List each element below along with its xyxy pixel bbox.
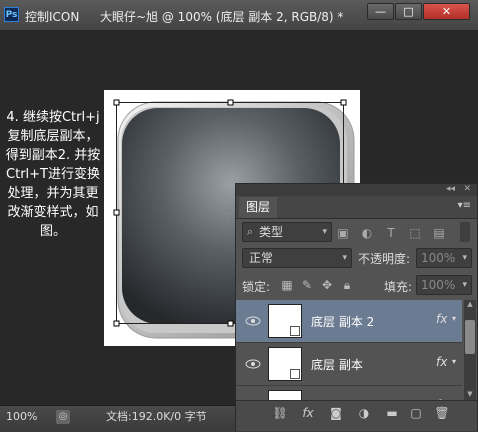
trash-icon[interactable]: 🗑︎: [434, 405, 450, 421]
fill-field[interactable]: 100% ▾: [416, 275, 472, 295]
adjustment-layer-filter-icon[interactable]: ◐: [360, 226, 374, 240]
panel-collapse-icon[interactable]: ◂◂: [446, 184, 455, 194]
layer-thumbnail: [268, 347, 302, 381]
layer-row[interactable]: 底层 fx: [236, 386, 462, 400]
blend-mode-value: 正常: [249, 251, 274, 265]
layer-row[interactable]: 底层 副本 2 fx ▾: [236, 300, 462, 343]
fill-value: 100%: [421, 278, 456, 292]
layer-filter-value: 类型: [259, 225, 284, 239]
layer-name[interactable]: 底层 副本: [311, 356, 363, 373]
chevron-down-icon: ▾: [462, 253, 467, 263]
shape-layer-filter-icon[interactable]: ⬚: [408, 226, 422, 240]
lock-transparent-icon[interactable]: ▦: [280, 278, 294, 292]
eye-icon[interactable]: [244, 357, 262, 371]
layer-thumbnail: [268, 304, 302, 338]
lock-all-icon[interactable]: 🔒︎: [340, 278, 354, 292]
status-info-icon[interactable]: ◎: [56, 410, 70, 424]
tutorial-annotation: 4. 继续按Ctrl+j复制底层副本，得到副本2. 并按Ctrl+T进行变换处理…: [5, 110, 101, 239]
new-layer-icon[interactable]: ▢: [408, 405, 424, 421]
smart-object-filter-icon[interactable]: ▤: [432, 226, 446, 240]
layer-effects-icon[interactable]: fx: [436, 312, 447, 326]
photoshop-logo-icon: Ps: [4, 7, 19, 22]
lock-position-icon[interactable]: ✥: [320, 278, 334, 292]
lock-label: 锁定:: [242, 280, 271, 294]
adjustment-layer-icon[interactable]: ◑: [356, 405, 372, 421]
app-title: 控制ICON: [25, 10, 80, 24]
zoom-level[interactable]: 100%: [6, 409, 48, 425]
maximize-button[interactable]: □: [395, 3, 422, 20]
chevron-down-icon: ▾: [322, 227, 327, 237]
layer-thumbnail: [268, 390, 302, 400]
add-mask-icon[interactable]: ◙: [328, 405, 344, 421]
expand-effects-icon[interactable]: ▾: [452, 357, 456, 366]
fill-label: 填充:: [384, 280, 413, 294]
document-title: 大眼仔~旭 @ 100% (底层 副本 2, RGB/8) *: [100, 10, 344, 24]
layer-row[interactable]: 底层 副本 fx ▾: [236, 343, 462, 386]
opacity-value: 100%: [421, 251, 456, 265]
layers-scrollbar[interactable]: ▲ ▼: [464, 300, 476, 400]
layer-effects-icon[interactable]: fx: [436, 355, 447, 369]
eye-icon[interactable]: [244, 314, 262, 328]
filter-toggle[interactable]: [460, 222, 470, 242]
layer-filter-select[interactable]: ⌕ 类型 ▾: [242, 222, 332, 242]
opacity-field[interactable]: 100% ▾: [416, 248, 472, 268]
search-icon: ⌕: [247, 225, 254, 238]
minimize-button[interactable]: —: [367, 3, 394, 20]
pixel-layer-filter-icon[interactable]: ▣: [336, 226, 350, 240]
layer-name[interactable]: 底层 副本 2: [311, 313, 374, 330]
scrollbar-thumb[interactable]: [465, 320, 475, 354]
new-group-icon[interactable]: ▬: [384, 405, 400, 421]
tab-layers[interactable]: 图层: [239, 197, 277, 218]
blend-mode-select[interactable]: 正常 ▾: [242, 248, 352, 268]
document-info[interactable]: 文档:192.0K/0 字节: [106, 409, 207, 425]
scroll-up-icon[interactable]: ▲: [464, 300, 476, 310]
lock-image-icon[interactable]: ✎: [300, 278, 314, 292]
link-layers-icon[interactable]: ⛓: [272, 405, 288, 421]
opacity-label: 不透明度:: [358, 252, 411, 266]
close-button[interactable]: ✕: [423, 3, 470, 20]
add-style-icon[interactable]: fx: [300, 405, 316, 421]
scroll-down-icon[interactable]: ▼: [464, 390, 476, 400]
panel-close-icon[interactable]: ✕: [463, 184, 471, 194]
panel-menu-icon[interactable]: ▾≡: [458, 200, 471, 211]
layers-list: 底层 副本 2 fx ▾ 底层 副本 fx ▾ 底层 fx: [236, 300, 462, 400]
chevron-down-icon: ▾: [342, 253, 347, 263]
panel-header-strip: [236, 184, 477, 196]
type-layer-filter-icon[interactable]: T: [384, 226, 398, 240]
layers-panel: ◂◂ ✕ 图层 ▾≡ ⌕ 类型 ▾ ▣ ◐ T ⬚ ▤ 正常 ▾ 不透明度: 1…: [235, 183, 478, 431]
expand-effects-icon[interactable]: ▾: [452, 314, 456, 323]
chevron-down-icon: ▾: [462, 280, 467, 290]
